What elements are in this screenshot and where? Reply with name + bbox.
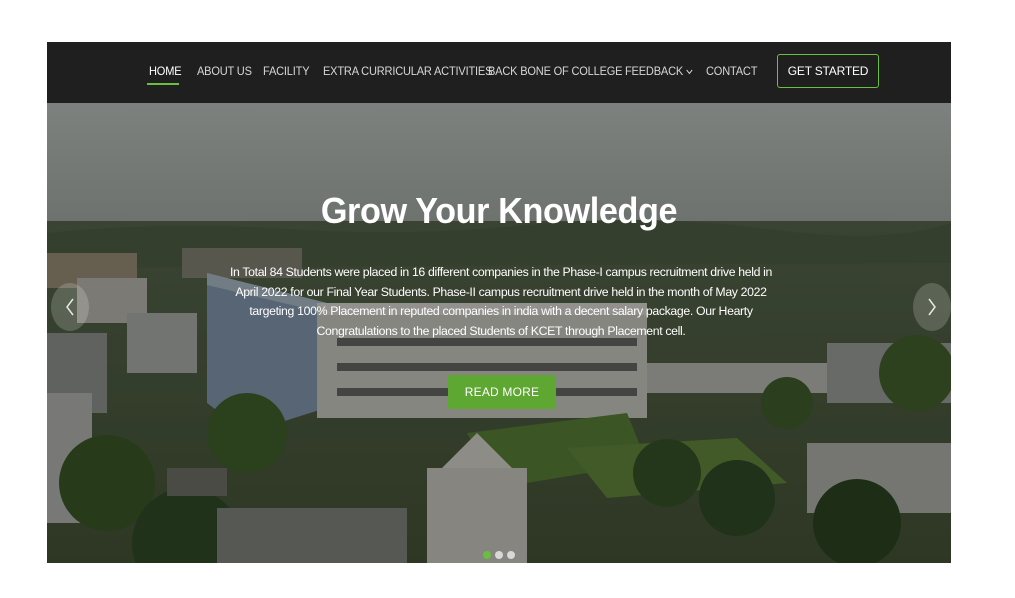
nav-item-facility[interactable]: FACILITY	[263, 64, 310, 78]
slider-dot[interactable]	[507, 551, 515, 559]
slider-dot[interactable]	[483, 551, 491, 559]
chevron-left-icon	[66, 298, 74, 316]
slider-next-button[interactable]	[913, 283, 951, 331]
slider-prev-button[interactable]	[51, 283, 89, 331]
nav-item-back-bone[interactable]: BACK BONE OF COLLEGE	[488, 64, 623, 78]
slider-dots	[483, 551, 515, 559]
hero-description: In Total 84 Students were placed in 16 d…	[229, 265, 773, 338]
page-frame: HOME ABOUT US FACILITY EXTRA CURRICULAR …	[47, 42, 951, 563]
nav-item-feedback[interactable]: FEEDBACK	[625, 64, 693, 78]
chevron-down-icon	[686, 67, 693, 78]
nav-item-contact[interactable]: CONTACT	[706, 64, 757, 78]
read-more-button[interactable]: READ MORE	[448, 375, 556, 409]
chevron-right-icon	[928, 298, 936, 316]
slider-dot[interactable]	[495, 551, 503, 559]
nav-item-about-us[interactable]: ABOUT US	[197, 64, 252, 78]
hero-slider: Grow Your Knowledge In Total 84 Students…	[47, 103, 951, 563]
hero-title: Grow Your Knowledge	[320, 190, 678, 231]
nav-item-extra-curricular[interactable]: EXTRA CURRICULAR ACTIVITIES	[323, 64, 492, 78]
nav-item-feedback-label: FEEDBACK	[625, 64, 684, 78]
top-navbar: HOME ABOUT US FACILITY EXTRA CURRICULAR …	[47, 42, 951, 103]
get-started-button[interactable]: GET STARTED	[777, 54, 879, 88]
active-nav-indicator	[147, 83, 179, 85]
nav-item-home[interactable]: HOME	[149, 64, 182, 78]
